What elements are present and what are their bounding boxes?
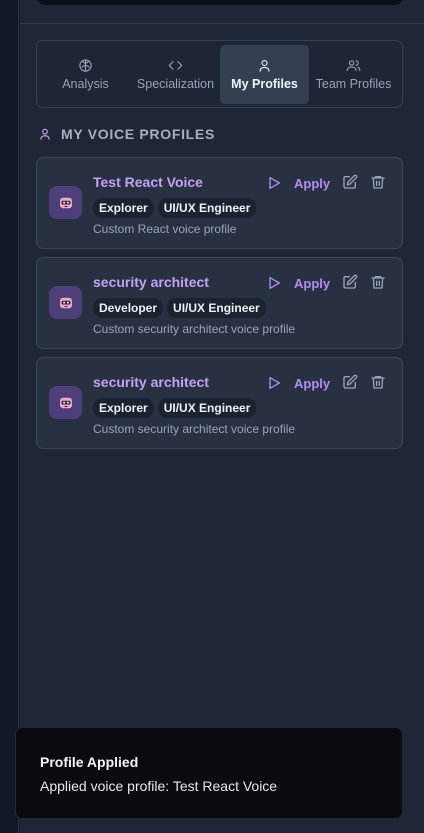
toast-notification[interactable]: Profile Applied Applied voice profile: T… <box>15 727 403 819</box>
play-icon[interactable] <box>266 175 282 191</box>
apply-button[interactable]: Apply <box>294 376 330 391</box>
avatar <box>49 386 82 419</box>
role-badge: Developer <box>93 298 164 318</box>
trash-icon[interactable] <box>370 274 386 290</box>
tab-specialization[interactable]: Specialization <box>131 45 220 104</box>
toast-title: Profile Applied <box>40 754 139 770</box>
profile-description: Custom React voice profile <box>93 222 237 236</box>
role-badge: UI/UX Engineer <box>157 398 257 418</box>
avatar <box>49 286 82 319</box>
play-icon[interactable] <box>266 275 282 291</box>
tab-my-profiles[interactable]: My Profiles <box>220 45 309 104</box>
profile-name: security architect <box>93 274 209 290</box>
profile-description: Custom security architect voice profile <box>93 422 296 436</box>
play-icon[interactable] <box>266 375 282 391</box>
robot-icon <box>59 297 72 308</box>
profile-card: Test React Voice Explorer UI/UX Engineer… <box>36 157 403 249</box>
tab-label: Analysis <box>62 77 109 91</box>
user-icon <box>259 59 270 72</box>
profile-name: Test React Voice <box>93 174 203 190</box>
robot-icon <box>59 197 72 208</box>
users-icon <box>346 60 361 72</box>
tab-label: My Profiles <box>231 77 298 91</box>
badge-list: Developer UI/UX Engineer <box>93 298 266 318</box>
trash-icon[interactable] <box>370 374 386 390</box>
section-header: MY VOICE PROFILES <box>38 126 215 142</box>
apply-button[interactable]: Apply <box>294 176 330 191</box>
toast-message: Applied voice profile: Test React Voice <box>40 778 278 794</box>
role-badge: UI/UX Engineer <box>157 198 257 218</box>
edit-icon[interactable] <box>342 374 358 390</box>
tab-analysis[interactable]: Analysis <box>41 45 130 104</box>
trash-icon[interactable] <box>370 174 386 190</box>
profile-card: security architect Developer UI/UX Engin… <box>36 257 403 349</box>
top-bar <box>37 0 403 5</box>
avatar <box>49 186 82 219</box>
code-icon <box>168 61 183 70</box>
profile-name: security architect <box>93 374 209 390</box>
tab-team-profiles[interactable]: Team Profiles <box>309 45 398 104</box>
role-badge: Explorer <box>93 198 154 218</box>
apply-button[interactable]: Apply <box>294 276 330 291</box>
divider <box>20 23 424 24</box>
badge-list: Explorer UI/UX Engineer <box>93 198 257 218</box>
tab-bar: Analysis Specialization My Profiles Team… <box>36 40 403 108</box>
left-rail <box>0 0 19 833</box>
profile-description: Custom security architect voice profile <box>93 322 296 336</box>
brain-icon <box>79 59 92 72</box>
voice-panel: Analysis Specialization My Profiles Team… <box>20 0 424 833</box>
tab-label: Team Profiles <box>315 77 392 91</box>
edit-icon[interactable] <box>342 274 358 290</box>
tab-label: Specialization <box>136 77 215 91</box>
role-badge: Explorer <box>93 398 154 418</box>
section-title: MY VOICE PROFILES <box>61 126 215 142</box>
robot-icon <box>59 397 72 408</box>
badge-list: Explorer UI/UX Engineer <box>93 398 257 418</box>
edit-icon[interactable] <box>342 174 358 190</box>
role-badge: UI/UX Engineer <box>167 298 266 318</box>
profile-card: security architect Explorer UI/UX Engine… <box>36 357 403 449</box>
user-icon <box>40 128 50 140</box>
